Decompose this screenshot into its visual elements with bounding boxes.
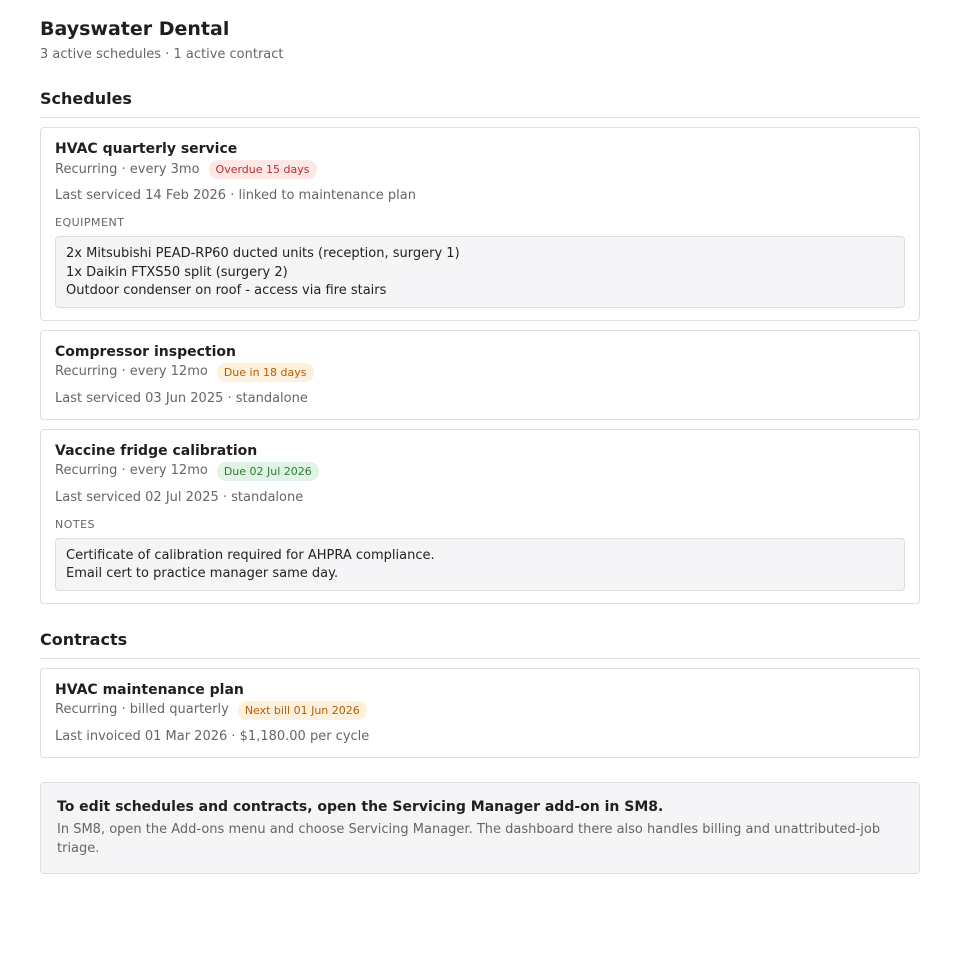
- page-subtitle: 3 active schedules · 1 active contract: [40, 47, 284, 62]
- notes-box: Certificate of calibration required for …: [55, 537, 905, 591]
- notes-label: NOTES: [55, 517, 96, 531]
- notes-line: Certificate of calibration required for …: [66, 547, 435, 563]
- schedule-title: HVAC quarterly service: [55, 141, 238, 157]
- status-badge: Due 02 Jul 2026: [216, 461, 319, 481]
- equipment-box: 2x Mitsubishi PEAD-RP60 ducted units (re…: [55, 236, 905, 308]
- schedules-heading: Schedules: [40, 89, 920, 118]
- callout-body: In SM8, open the Add-ons menu and choose…: [57, 821, 881, 856]
- schedule-meta: Recurring · every 12mo Due 02 Jul 2026: [55, 461, 905, 481]
- schedule-detail: Last serviced 14 Feb 2026 · linked to ma…: [55, 188, 416, 203]
- status-badge: Due in 18 days: [216, 362, 314, 382]
- page-title: Bayswater Dental: [40, 18, 230, 40]
- schedule-recurrence: Recurring · every 12mo: [55, 364, 208, 379]
- schedule-recurrence: Recurring · every 12mo: [55, 463, 208, 478]
- equipment-label: EQUIPMENT: [55, 216, 125, 229]
- contract-card: HVAC maintenance plan Recurring · billed…: [40, 667, 920, 758]
- schedule-card: HVAC quarterly service Recurring · every…: [40, 127, 920, 321]
- page: Bayswater Dental 3 active schedules · 1 …: [0, 0, 960, 874]
- equipment-line: 2x Mitsubishi PEAD-RP60 ducted units (re…: [66, 246, 460, 261]
- contract-detail: Last invoiced 01 Mar 2026 · $1,180.00 pe…: [55, 728, 370, 744]
- status-badge: Overdue 15 days: [208, 160, 317, 179]
- callout-title: To edit schedules and contracts, open th…: [57, 798, 664, 815]
- status-badge: Next bill 01 Jun 2026: [237, 700, 367, 720]
- info-callout: To edit schedules and contracts, open th…: [40, 781, 920, 874]
- contract-recurrence: Recurring · billed quarterly: [55, 702, 229, 717]
- schedule-detail: Last serviced 03 Jun 2025 · standalone: [55, 390, 308, 406]
- schedule-title: Vaccine fridge calibration: [55, 442, 258, 459]
- contracts-heading: Contracts: [40, 630, 920, 659]
- schedule-meta: Recurring · every 12mo Due in 18 days: [55, 362, 905, 382]
- schedule-detail: Last serviced 02 Jul 2025 · standalone: [55, 489, 304, 505]
- schedule-card: Vaccine fridge calibration Recurring · e…: [40, 428, 920, 604]
- equipment-line: Outdoor condenser on roof - access via f…: [66, 283, 387, 298]
- schedule-meta: Recurring · every 3mo Overdue 15 days: [55, 160, 905, 179]
- schedule-recurrence: Recurring · every 3mo: [55, 161, 200, 177]
- contract-title: HVAC maintenance plan: [55, 681, 244, 698]
- schedule-card: Compressor inspection Recurring · every …: [40, 329, 920, 420]
- schedule-title: Compressor inspection: [55, 343, 236, 360]
- notes-line: Email cert to practice manager same day.: [66, 566, 339, 581]
- contract-meta: Recurring · billed quarterly Next bill 0…: [55, 700, 905, 720]
- equipment-line: 1x Daikin FTXS50 split (surgery 2): [66, 264, 288, 280]
